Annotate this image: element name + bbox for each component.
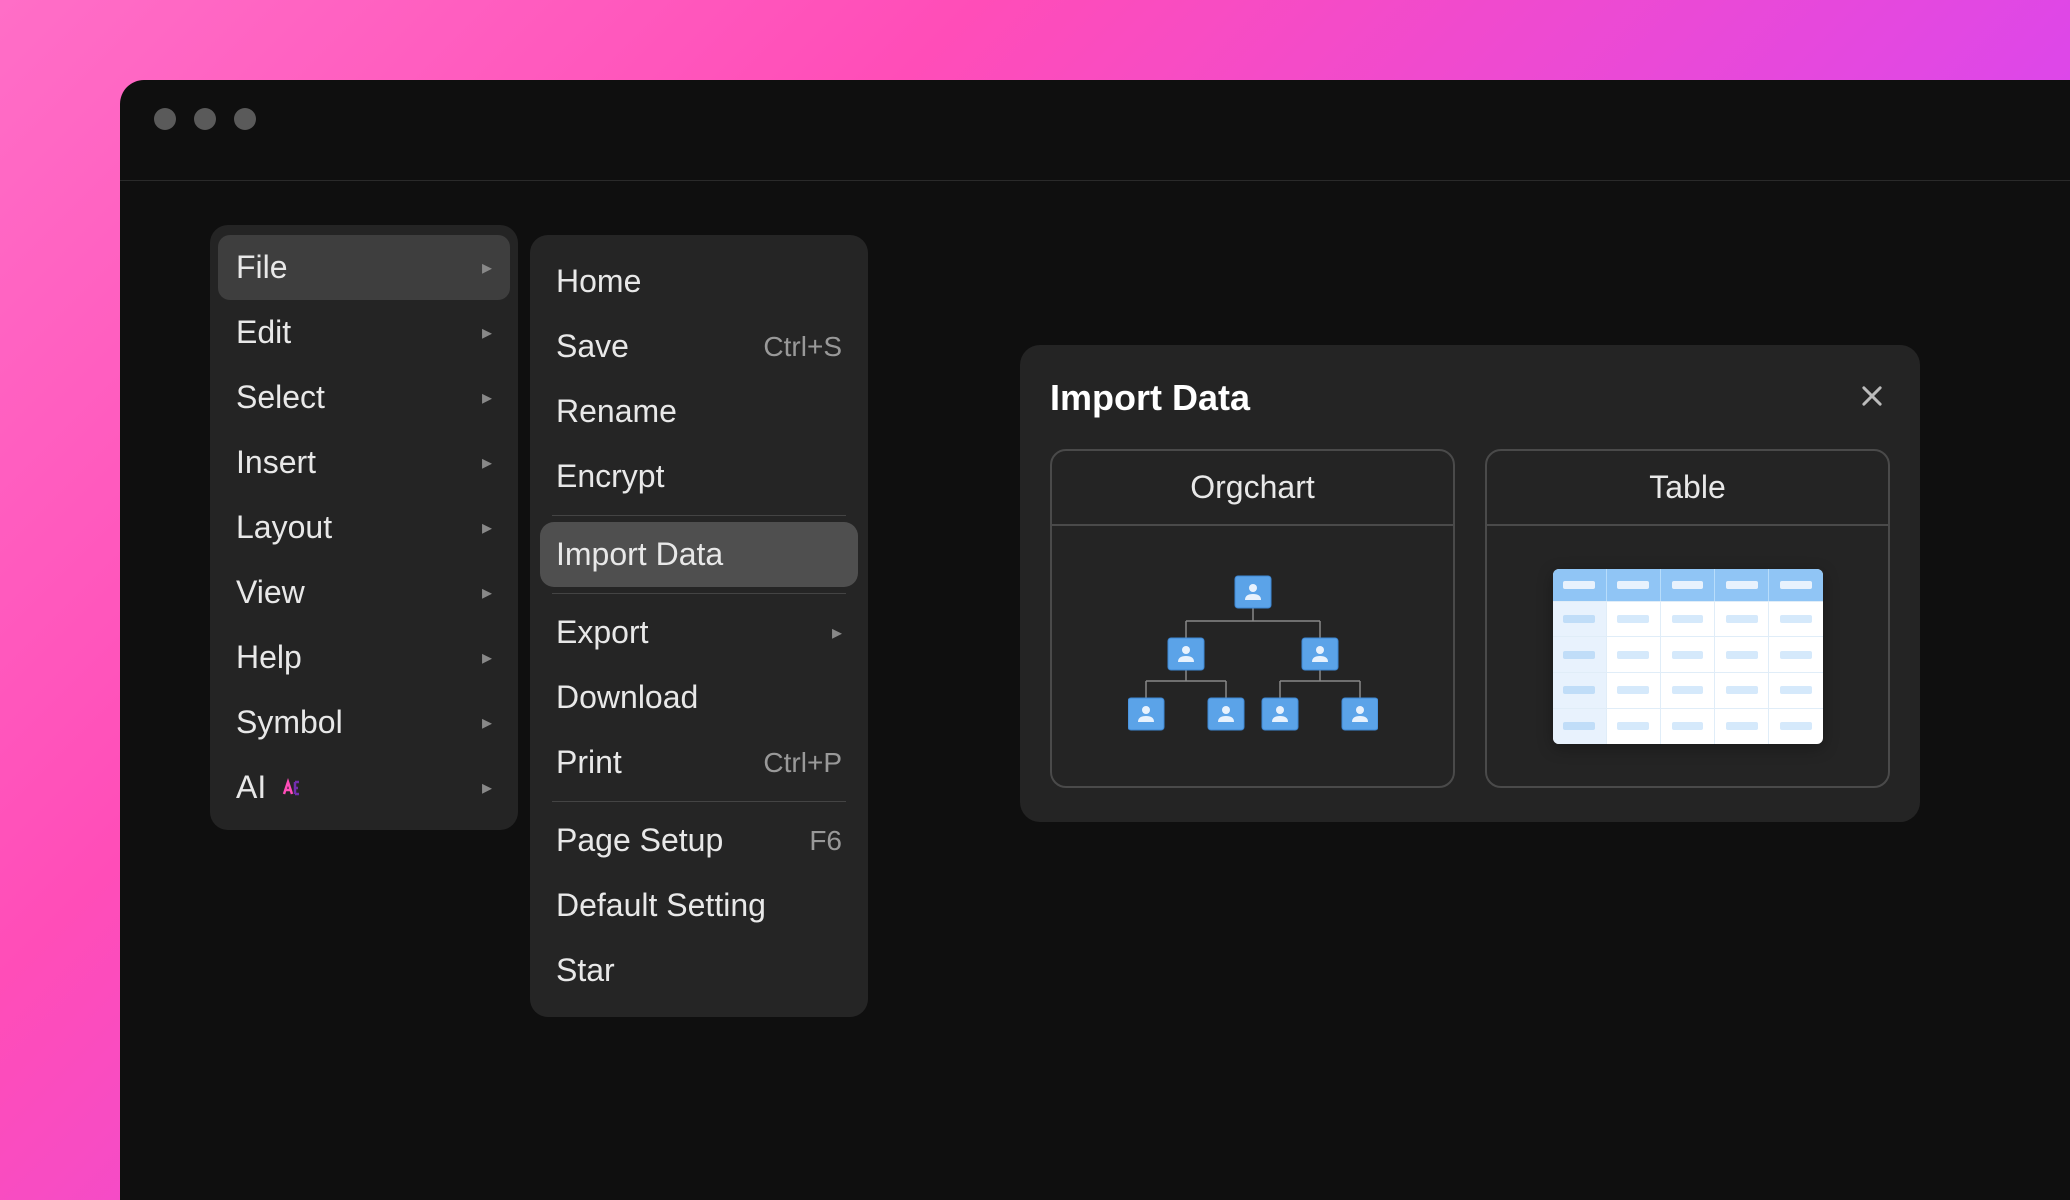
submenu-download[interactable]: Download: [530, 665, 868, 730]
close-icon: [1858, 382, 1886, 410]
import-options: Orgchart: [1050, 449, 1890, 788]
submenu-page-setup[interactable]: Page Setup F6: [530, 808, 868, 873]
submenu-label: Default Setting: [556, 887, 766, 924]
submenu-star[interactable]: Star: [530, 938, 868, 1003]
keyboard-shortcut: Ctrl+P: [763, 747, 842, 779]
chevron-right-icon: ▸: [832, 620, 842, 645]
submenu-home[interactable]: Home: [530, 249, 868, 314]
chevron-right-icon: ▸: [482, 515, 492, 540]
menu-file[interactable]: File ▸: [218, 235, 510, 300]
submenu-label: Home: [556, 263, 641, 300]
dialog-header: Import Data: [1050, 373, 1890, 423]
chevron-right-icon: ▸: [482, 580, 492, 605]
keyboard-shortcut: F6: [809, 825, 842, 857]
menu-insert[interactable]: Insert ▸: [210, 430, 518, 495]
keyboard-shortcut: Ctrl+S: [763, 331, 842, 363]
menu-view[interactable]: View ▸: [210, 560, 518, 625]
menu-label: Help: [236, 639, 302, 676]
submenu-print[interactable]: Print Ctrl+P: [530, 730, 868, 795]
submenu-label: Import Data: [556, 536, 723, 573]
submenu-encrypt[interactable]: Encrypt: [530, 444, 868, 509]
chevron-right-icon: ▸: [482, 775, 492, 800]
menu-symbol[interactable]: Symbol ▸: [210, 690, 518, 755]
submenu-export[interactable]: Export ▸: [530, 600, 868, 665]
menu-separator: [552, 515, 846, 516]
menu-edit[interactable]: Edit ▸: [210, 300, 518, 365]
submenu-label: Print: [556, 744, 622, 781]
submenu-save[interactable]: Save Ctrl+S: [530, 314, 868, 379]
submenu-label: Save: [556, 328, 629, 365]
submenu-label: Rename: [556, 393, 677, 430]
option-table[interactable]: Table: [1485, 449, 1890, 788]
menu-ai[interactable]: AI ▸: [210, 755, 518, 820]
option-label: Table: [1487, 451, 1888, 526]
app-window: File ▸ Edit ▸ Select ▸ Insert ▸ Layout ▸…: [120, 80, 2070, 1200]
main-menu: File ▸ Edit ▸ Select ▸ Insert ▸ Layout ▸…: [210, 225, 518, 830]
table-icon: [1553, 569, 1823, 744]
submenu-label: Star: [556, 952, 615, 989]
chevron-right-icon: ▸: [482, 255, 492, 280]
menu-label: AI: [236, 769, 305, 806]
chevron-right-icon: ▸: [482, 450, 492, 475]
chevron-right-icon: ▸: [482, 645, 492, 670]
submenu-label: Download: [556, 679, 698, 716]
submenu-label: Encrypt: [556, 458, 664, 495]
submenu-rename[interactable]: Rename: [530, 379, 868, 444]
chevron-right-icon: ▸: [482, 320, 492, 345]
header-divider: [120, 180, 2070, 181]
menu-select[interactable]: Select ▸: [210, 365, 518, 430]
menu-layout[interactable]: Layout ▸: [210, 495, 518, 560]
menu-label: Symbol: [236, 704, 343, 741]
minimize-window-button[interactable]: [194, 108, 216, 130]
menu-label: Edit: [236, 314, 291, 351]
close-dialog-button[interactable]: [1854, 373, 1890, 423]
menu-label: Select: [236, 379, 325, 416]
maximize-window-button[interactable]: [234, 108, 256, 130]
dialog-title: Import Data: [1050, 377, 1250, 419]
menu-help[interactable]: Help ▸: [210, 625, 518, 690]
option-preview: [1487, 526, 1888, 786]
menu-label: Insert: [236, 444, 316, 481]
close-window-button[interactable]: [154, 108, 176, 130]
option-preview: [1052, 526, 1453, 786]
window-controls: [154, 108, 256, 130]
ai-sparkle-icon: [281, 769, 305, 806]
chevron-right-icon: ▸: [482, 385, 492, 410]
submenu-label: Page Setup: [556, 822, 723, 859]
submenu-import-data[interactable]: Import Data: [540, 522, 858, 587]
menu-label: Layout: [236, 509, 332, 546]
menu-label: File: [236, 249, 288, 286]
submenu-default-setting[interactable]: Default Setting: [530, 873, 868, 938]
submenu-label: Export: [556, 614, 648, 651]
menu-separator: [552, 801, 846, 802]
menu-separator: [552, 593, 846, 594]
file-submenu: Home Save Ctrl+S Rename Encrypt Import D…: [530, 235, 868, 1017]
orgchart-icon: [1128, 566, 1378, 746]
import-data-dialog: Import Data Orgchart: [1020, 345, 1920, 822]
chevron-right-icon: ▸: [482, 710, 492, 735]
option-label: Orgchart: [1052, 451, 1453, 526]
option-orgchart[interactable]: Orgchart: [1050, 449, 1455, 788]
menu-label: View: [236, 574, 305, 611]
